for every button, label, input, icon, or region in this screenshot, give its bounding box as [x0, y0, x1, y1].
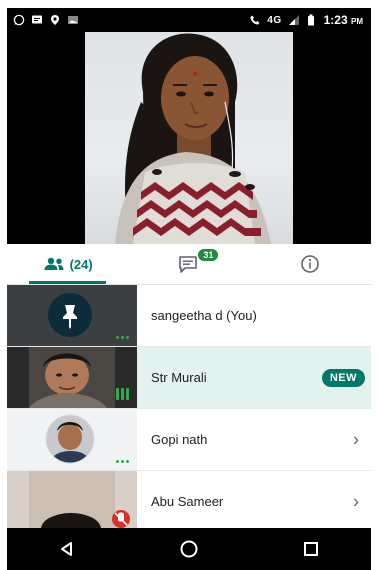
participant-thumbnail	[7, 471, 137, 532]
location-icon	[51, 15, 59, 25]
active-tab-indicator	[29, 281, 107, 284]
participant-video-frame	[29, 471, 130, 532]
clock: 1:23 PM	[324, 13, 363, 27]
signal-icon	[288, 15, 299, 25]
participant-thumbnail	[7, 409, 137, 470]
tab-chat[interactable]: 31	[128, 244, 249, 284]
speaker-video	[85, 32, 293, 244]
participant-name: Gopi nath	[151, 432, 208, 447]
main-video-area[interactable]	[7, 32, 371, 244]
chat-icon	[179, 256, 197, 273]
chat-unread-badge: 31	[198, 249, 219, 261]
screen-border	[0, 0, 7, 570]
android-nav-bar	[7, 528, 371, 570]
status-bar: 4G 1:23 PM	[7, 8, 371, 32]
speaker-video-frame	[115, 33, 271, 244]
clock-suffix: PM	[351, 17, 363, 26]
call-icon	[250, 15, 260, 25]
speaking-indicator-icon	[116, 388, 129, 400]
participant-row[interactable]: Str Murali NEW	[7, 346, 371, 408]
tab-info[interactable]	[250, 244, 371, 284]
gallery-icon	[68, 16, 78, 24]
audio-dots-icon	[116, 460, 129, 463]
battery-icon	[307, 14, 314, 26]
participant-thumbnail	[7, 285, 137, 346]
whatsapp-icon	[13, 14, 25, 26]
chevron-right-icon[interactable]: ›	[353, 429, 359, 450]
chevron-right-icon[interactable]: ›	[353, 491, 359, 512]
home-icon[interactable]	[178, 538, 200, 560]
screen-border	[0, 0, 380, 8]
people-icon	[44, 257, 64, 270]
participant-name: Abu Sameer	[151, 494, 224, 509]
screen-border	[371, 0, 380, 570]
audio-dots-icon	[116, 336, 129, 339]
network-type-label: 4G	[267, 14, 282, 26]
participants-list: sangeetha d (You) Str Murali NEW Gopi na…	[7, 285, 371, 532]
info-icon	[301, 255, 320, 273]
people-count: (24)	[69, 256, 93, 272]
participant-thumbnail	[7, 347, 137, 408]
new-badge: NEW	[321, 368, 365, 387]
message-icon	[32, 15, 42, 24]
recents-icon[interactable]	[301, 539, 321, 559]
back-icon[interactable]	[57, 539, 77, 559]
participant-row[interactable]: sangeetha d (You)	[7, 285, 371, 346]
tab-people[interactable]: (24)	[7, 244, 128, 284]
clock-time: 1:23	[323, 13, 348, 27]
participant-name: Str Murali	[151, 370, 207, 385]
meeting-tabs: (24) 31	[7, 244, 371, 285]
participant-row[interactable]: Abu Sameer ›	[7, 470, 371, 532]
participant-row[interactable]: Gopi nath ›	[7, 408, 371, 470]
participant-name: sangeetha d (You)	[151, 308, 257, 323]
